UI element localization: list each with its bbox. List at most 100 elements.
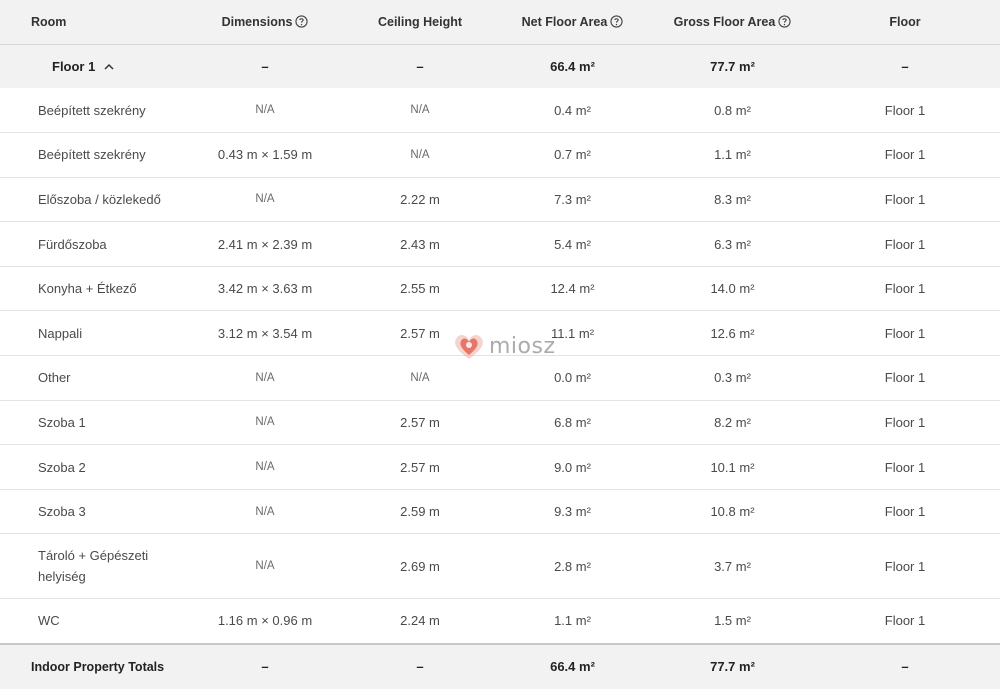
group-dimensions: – <box>261 58 269 74</box>
room-dimensions: N/A <box>180 400 350 446</box>
table-row: Szoba 1 N/A 2.57 m 6.8 m² 8.2 m² Floor 1 <box>0 400 1000 446</box>
room-floor: Floor 1 <box>810 489 1000 535</box>
header-dimensions-label: Dimensions <box>221 14 293 29</box>
header-ceiling-height: Ceiling Height <box>350 0 490 45</box>
room-gross-floor-area: 3.7 m² <box>655 533 810 600</box>
table-row: Nappali 3.12 m × 3.54 m 2.57 m 11.1 m² 12.6 … <box>0 310 1000 357</box>
table-row: Szoba 3 N/A 2.59 m 9.3 m² 10.8 m² Floor 1 <box>0 489 1000 535</box>
help-icon[interactable] <box>778 15 791 28</box>
table-row: Tároló + Gépészeti helyiség N/A 2.69 m 2.8 … <box>0 533 1000 600</box>
floor-group-row[interactable]: Floor 1 – – 66.4 m² 77.7 m² – <box>0 44 1000 88</box>
room-net-floor-area: 11.1 m² <box>490 310 655 357</box>
group-gross-floor-area: 77.7 m² <box>710 58 755 74</box>
room-dimensions: N/A <box>180 355 350 401</box>
room-gross-floor-area: 1.1 m² <box>655 132 810 178</box>
room-ceiling-height: 2.57 m <box>350 400 490 446</box>
room-name: Szoba 2 <box>0 444 180 490</box>
table-row: Előszoba / közlekedő N/A 2.22 m 7.3 m² 8.3 m… <box>0 177 1000 223</box>
room-ceiling-height: N/A <box>350 88 490 134</box>
room-floor: Floor 1 <box>810 88 1000 134</box>
header-floor: Floor <box>810 0 1000 45</box>
room-net-floor-area: 7.3 m² <box>490 177 655 223</box>
room-name: Konyha + Étkező <box>0 266 180 312</box>
table-row: Beépített szekrény 0.43 m × 1.59 m N/A 0.7 … <box>0 132 1000 178</box>
room-ceiling-height: N/A <box>350 132 490 178</box>
room-dimensions: 0.43 m × 1.59 m <box>180 132 350 178</box>
rooms-table: Room Dimensions Ceiling Height Net Floor… <box>0 0 1000 689</box>
room-gross-floor-area: 1.5 m² <box>655 598 810 645</box>
room-name: WC <box>0 598 180 645</box>
room-net-floor-area: 0.0 m² <box>490 355 655 401</box>
totals-gross-floor-area: 77.7 m² <box>655 642 810 689</box>
room-name: Szoba 3 <box>0 489 180 535</box>
room-dimensions: 3.12 m × 3.54 m <box>180 310 350 357</box>
floor-group-toggle[interactable]: Floor 1 <box>0 44 180 88</box>
table-row: Konyha + Étkező 3.42 m × 3.63 m 2.55 m 12.4… <box>0 266 1000 312</box>
totals-ceiling-height: – <box>350 642 490 689</box>
room-floor: Floor 1 <box>810 221 1000 267</box>
room-net-floor-area: 2.8 m² <box>490 533 655 600</box>
room-dimensions: 2.41 m × 2.39 m <box>180 221 350 267</box>
room-net-floor-area: 9.0 m² <box>490 444 655 490</box>
room-floor: Floor 1 <box>810 355 1000 401</box>
room-ceiling-height: 2.24 m <box>350 598 490 645</box>
table-row: Beépített szekrény N/A N/A 0.4 m² 0.8 m² Floo… <box>0 88 1000 134</box>
group-net-floor-area: 66.4 m² <box>550 58 595 74</box>
table-row: Fürdőszoba 2.41 m × 2.39 m 2.43 m 5.4 m² 6.3… <box>0 221 1000 267</box>
room-floor: Floor 1 <box>810 533 1000 600</box>
room-dimensions: N/A <box>180 444 350 490</box>
room-gross-floor-area: 8.2 m² <box>655 400 810 446</box>
room-name: Előszoba / közlekedő <box>0 177 180 223</box>
chevron-up-icon[interactable] <box>104 63 114 70</box>
room-dimensions: 1.16 m × 0.96 m <box>180 598 350 645</box>
room-net-floor-area: 6.8 m² <box>490 400 655 446</box>
room-net-floor-area: 0.7 m² <box>490 132 655 178</box>
room-gross-floor-area: 10.8 m² <box>655 489 810 535</box>
header-dimensions: Dimensions <box>180 0 350 45</box>
room-dimensions: N/A <box>180 489 350 535</box>
totals-row: Indoor Property Totals – – 66.4 m² 77.7 … <box>0 642 1000 689</box>
room-name: Beépített szekrény <box>0 132 180 178</box>
room-net-floor-area: 12.4 m² <box>490 266 655 312</box>
room-floor: Floor 1 <box>810 132 1000 178</box>
room-net-floor-area: 5.4 m² <box>490 221 655 267</box>
header-room: Room <box>0 0 180 45</box>
help-icon[interactable] <box>610 15 623 28</box>
room-ceiling-height: N/A <box>350 355 490 401</box>
room-gross-floor-area: 8.3 m² <box>655 177 810 223</box>
room-gross-floor-area: 6.3 m² <box>655 221 810 267</box>
room-floor: Floor 1 <box>810 310 1000 357</box>
room-ceiling-height: 2.57 m <box>350 444 490 490</box>
room-net-floor-area: 9.3 m² <box>490 489 655 535</box>
room-floor: Floor 1 <box>810 266 1000 312</box>
header-gross-floor-area: Gross Floor Area <box>655 0 810 45</box>
room-name: Beépített szekrény <box>0 88 180 134</box>
room-name: Tároló + Gépészeti helyiség <box>0 533 180 600</box>
totals-label: Indoor Property Totals <box>0 642 180 689</box>
room-dimensions: N/A <box>180 88 350 134</box>
help-icon[interactable] <box>295 15 309 28</box>
room-net-floor-area: 1.1 m² <box>490 598 655 645</box>
room-ceiling-height: 2.55 m <box>350 266 490 312</box>
room-ceiling-height: 2.22 m <box>350 177 490 223</box>
room-dimensions: N/A <box>180 533 350 600</box>
room-dimensions: N/A <box>180 177 350 223</box>
room-ceiling-height: 2.57 m <box>350 310 490 357</box>
totals-floor: – <box>810 642 1000 689</box>
room-name: Nappali <box>0 310 180 357</box>
room-ceiling-height: 2.43 m <box>350 221 490 267</box>
room-rows: Beépített szekrény N/A N/A 0.4 m² 0.8 m² Floo… <box>0 88 1000 645</box>
header-row: Room Dimensions Ceiling Height Net Floor… <box>0 0 1000 45</box>
header-net-floor-area: Net Floor Area <box>490 0 655 45</box>
room-floor: Floor 1 <box>810 444 1000 490</box>
room-gross-floor-area: 14.0 m² <box>655 266 810 312</box>
room-gross-floor-area: 0.3 m² <box>655 355 810 401</box>
room-floor: Floor 1 <box>810 400 1000 446</box>
room-gross-floor-area: 12.6 m² <box>655 310 810 357</box>
room-ceiling-height: 2.69 m <box>350 533 490 600</box>
room-ceiling-height: 2.59 m <box>350 489 490 535</box>
room-floor: Floor 1 <box>810 177 1000 223</box>
room-name: Other <box>0 355 180 401</box>
room-gross-floor-area: 0.8 m² <box>655 88 810 134</box>
header-net-floor-area-label: Net Floor Area <box>521 14 608 29</box>
